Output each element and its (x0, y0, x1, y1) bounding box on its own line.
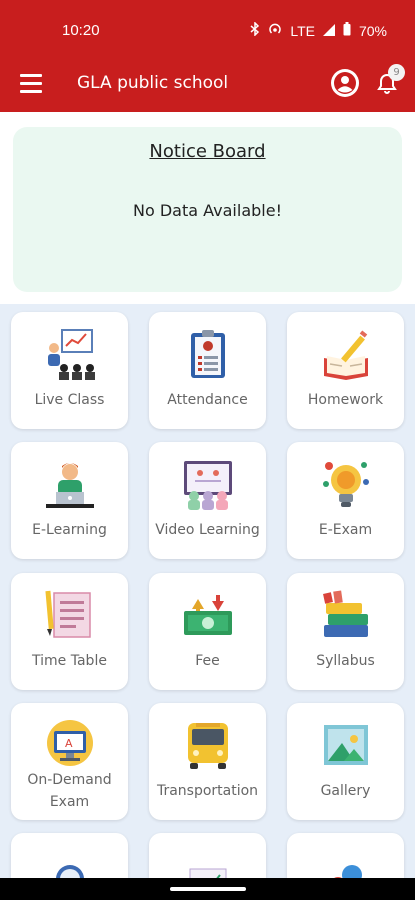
bluetooth-icon (250, 21, 260, 39)
tile-label: Syllabus (316, 653, 375, 669)
video-learning-icon (182, 458, 234, 510)
system-navigation-bar (0, 878, 415, 900)
notice-empty-message: No Data Available! (133, 201, 282, 220)
status-time: 10:20 (62, 22, 100, 39)
status-icons: LTE 70% (250, 21, 387, 39)
tile-e-learning[interactable]: E-Learning (11, 442, 128, 559)
tile-live-class[interactable]: Live Class (11, 312, 128, 429)
svg-text:A: A (65, 737, 73, 750)
menu-icon[interactable] (20, 74, 42, 93)
tile-partial-2[interactable] (149, 833, 266, 878)
tile-partial-1[interactable] (11, 833, 128, 878)
tile-label: Video Learning (155, 522, 260, 538)
notice-board-title: Notice Board (149, 141, 266, 162)
tile-label: On-Demand Exam (27, 772, 112, 810)
partial-tile-icon (44, 849, 96, 878)
e-exam-icon (320, 458, 372, 510)
tile-label: Fee (195, 653, 220, 669)
app-bar: GLA public school 9 (0, 56, 415, 112)
tile-homework[interactable]: Homework (287, 312, 404, 429)
home-gesture-handle[interactable] (170, 887, 246, 891)
tile-e-exam[interactable]: E-Exam (287, 442, 404, 559)
tile-label: Time Table (32, 653, 107, 669)
syllabus-icon (320, 589, 372, 641)
battery-level: 70% (358, 22, 387, 39)
notice-board: Notice Board No Data Available! (13, 127, 402, 292)
tile-label: Gallery (320, 783, 371, 799)
signal-icon (322, 23, 335, 39)
fee-icon (182, 589, 234, 641)
profile-icon[interactable] (331, 69, 359, 97)
status-bar: 10:20 LTE 70% (0, 0, 415, 56)
notification-badge: 9 (388, 64, 405, 81)
tile-gallery[interactable]: Gallery (287, 703, 404, 820)
time-table-icon (44, 589, 96, 641)
tile-time-table[interactable]: Time Table (11, 573, 128, 690)
homework-icon (320, 328, 372, 380)
tile-on-demand-exam[interactable]: A On-Demand Exam (11, 703, 128, 820)
app-title: GLA public school (77, 73, 229, 93)
tile-label: E-Learning (32, 522, 107, 538)
attendance-icon (182, 328, 234, 380)
tile-syllabus[interactable]: Syllabus (287, 573, 404, 690)
tile-transportation[interactable]: Transportation (149, 703, 266, 820)
tile-label: Homework (307, 392, 384, 408)
tile-partial-3[interactable] (287, 833, 404, 878)
network-type: LTE (290, 22, 315, 39)
tile-label: E-Exam (318, 522, 373, 538)
transportation-icon (182, 719, 234, 771)
tile-label: Attendance (167, 392, 248, 408)
tile-video-learning[interactable]: Video Learning (149, 442, 266, 559)
battery-icon (343, 22, 351, 39)
tile-attendance[interactable]: Attendance (149, 312, 266, 429)
on-demand-exam-icon: A (44, 719, 96, 771)
live-class-icon (44, 328, 96, 380)
partial-tile-icon (320, 849, 372, 878)
gallery-icon (320, 719, 372, 771)
e-learning-icon (44, 458, 96, 510)
tile-label: Live Class (34, 392, 105, 408)
hotspot-icon (268, 22, 282, 39)
partial-tile-icon (182, 849, 234, 878)
tile-label: Transportation (156, 783, 259, 799)
tile-fee[interactable]: Fee (149, 573, 266, 690)
